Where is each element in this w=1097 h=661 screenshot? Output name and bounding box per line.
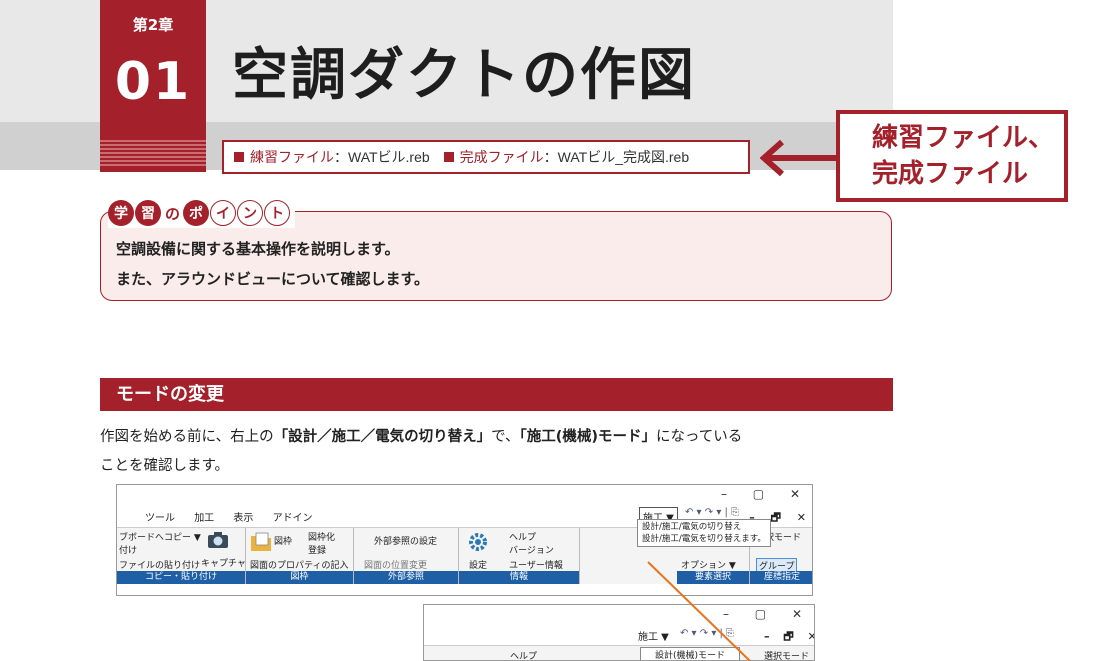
practice-file-value: ：WATビル.reb (334, 149, 430, 165)
tag-char: ン (237, 200, 264, 226)
settings-button[interactable]: 設定 (469, 558, 487, 571)
chapter-label: 第2章 (132, 16, 174, 34)
group-label: 図枠 (246, 571, 353, 584)
restore-icon[interactable]: 🗗 (783, 630, 793, 643)
tooltip-title: 設計/施工/電気の切り替え (642, 522, 742, 532)
square-bullet-icon (443, 152, 454, 162)
xref-settings-button[interactable]: 外部参照の設定 (374, 534, 437, 547)
folder-icon (251, 532, 271, 551)
complete-file-value: ：WATビル_完成図.reb (543, 149, 690, 165)
close-icon[interactable]: ✕ (792, 607, 802, 621)
learning-point-tag: 学 習 の ポ イ ン ト (108, 198, 296, 228)
undo-redo-icons[interactable]: ↶ ▾ ↷ ▾ | ⎘ (685, 507, 739, 518)
section-title: モードの変更 (100, 378, 893, 411)
ribbon-group-info: 設定 ヘルプ バージョン ユーザー情報 情報 (459, 528, 580, 584)
drawing-properties-button[interactable]: 図面のプロパティの記入 (250, 558, 348, 571)
version-button[interactable]: バージョン (509, 543, 554, 556)
close-icon[interactable]: ✕ (797, 511, 806, 524)
register-button[interactable]: 登録 (308, 543, 326, 556)
group-label: 外部参照 (354, 571, 458, 584)
menu-view[interactable]: 表示 (233, 513, 253, 524)
minimize-icon[interactable]: – (721, 487, 727, 501)
tooltip-desc: 設計/施工/電気を切り替えます。 (642, 534, 766, 544)
gear-icon (469, 533, 487, 551)
chapter-number: 01 (114, 52, 192, 112)
menu-addin[interactable]: アドイン (273, 513, 313, 524)
clipboard-copy-button[interactable]: ブボードへコピー ▼ (119, 530, 201, 543)
tag-char: 習 (135, 200, 161, 226)
frame-convert-button[interactable]: 図枠化 (308, 530, 335, 543)
paste-file-button[interactable]: ファイルの貼り付け (119, 558, 200, 571)
practice-file-label: 練習ファイル (250, 149, 334, 165)
point-line-2: また、アラウンドビューについて確認します。 (116, 270, 430, 288)
callout-line-2: 完成ファイル (872, 159, 1029, 189)
mode-tooltip: 設計/施工/電気の切り替え 設計/施工/電気を切り替えます。 (637, 519, 771, 547)
camera-icon (208, 532, 228, 548)
tag-char: の (165, 204, 181, 223)
maximize-icon[interactable]: ▢ (753, 487, 764, 501)
paste-button[interactable]: 付け (119, 543, 137, 556)
body-text: ことを確認します。 (100, 458, 230, 474)
point-line-1: 空調設備に関する基本操作を説明します。 (116, 240, 400, 258)
select-mode-button[interactable]: 選択モード (764, 649, 809, 660)
capture-button[interactable]: キャプチャ (201, 556, 246, 569)
help-button[interactable]: ヘルプ (510, 649, 537, 660)
body-text: 作図を始める前に、右上の (100, 429, 274, 445)
minimize-icon[interactable]: – (764, 630, 770, 643)
frame-button[interactable]: 図枠 (274, 534, 292, 547)
square-bullet-icon (234, 152, 244, 162)
body-bold: 「設計／施工／電気の切り替え」 (273, 429, 492, 445)
page-title: 空調ダクトの作図 (232, 43, 696, 108)
tag-char: ト (264, 200, 291, 226)
ribbon-group-xref: 外部参照の設定 図面の位置変更 外部参照 (354, 528, 459, 584)
body-bold: 「施工(機械)モード」 (519, 429, 657, 445)
menu-edit[interactable]: 加工 (194, 513, 214, 524)
restore-icon[interactable]: 🗗 (771, 511, 781, 524)
ribbon-group-frame: 図枠 図枠化 登録 図面のプロパティの記入 図枠 (246, 528, 354, 584)
chapter-badge: 第2章 01 (100, 0, 206, 172)
badge-stripes (100, 138, 206, 168)
close-icon[interactable]: ✕ (790, 487, 800, 501)
body-paragraph: 作図を始める前に、右上の「設計／施工／電気の切り替え」で、「施工(機械)モード」… (100, 423, 890, 481)
file-info-box: 練習ファイル ：WATビル.reb 完成ファイル ：WATビル_完成図.reb (222, 140, 750, 174)
ribbon-group-copy: ブボードへコピー ▼ 付け ファイルの貼り付け キャプチャ コピー・貼り付け (117, 528, 246, 584)
drawing-position-button[interactable]: 図面の位置変更 (364, 558, 427, 571)
menu-tools[interactable]: ツール (145, 513, 175, 524)
tag-char: ポ (183, 200, 210, 226)
user-info-button[interactable]: ユーザー情報 (509, 558, 563, 571)
group-label: 情報 (459, 571, 579, 584)
callout-line-1: 練習ファイル、 (872, 123, 1055, 153)
callout-box: 練習ファイル、 完成ファイル (836, 110, 1068, 202)
connector-line (647, 561, 751, 661)
help-button[interactable]: ヘルプ (509, 530, 536, 543)
tag-char: イ (210, 200, 237, 226)
close-icon[interactable]: ✕ (808, 630, 814, 643)
learning-point-text: 空調設備に関する基本操作を説明します。 また、アラウンドビューについて確認します… (116, 234, 429, 294)
group-label: コピー・貼り付け (117, 571, 245, 584)
tag-char: 学 (108, 200, 134, 226)
body-text: になっている (656, 429, 743, 445)
body-text: で、 (491, 429, 520, 445)
window-controls: – ▢ ✕ (699, 487, 800, 501)
complete-file-label: 完成ファイル (459, 149, 544, 165)
